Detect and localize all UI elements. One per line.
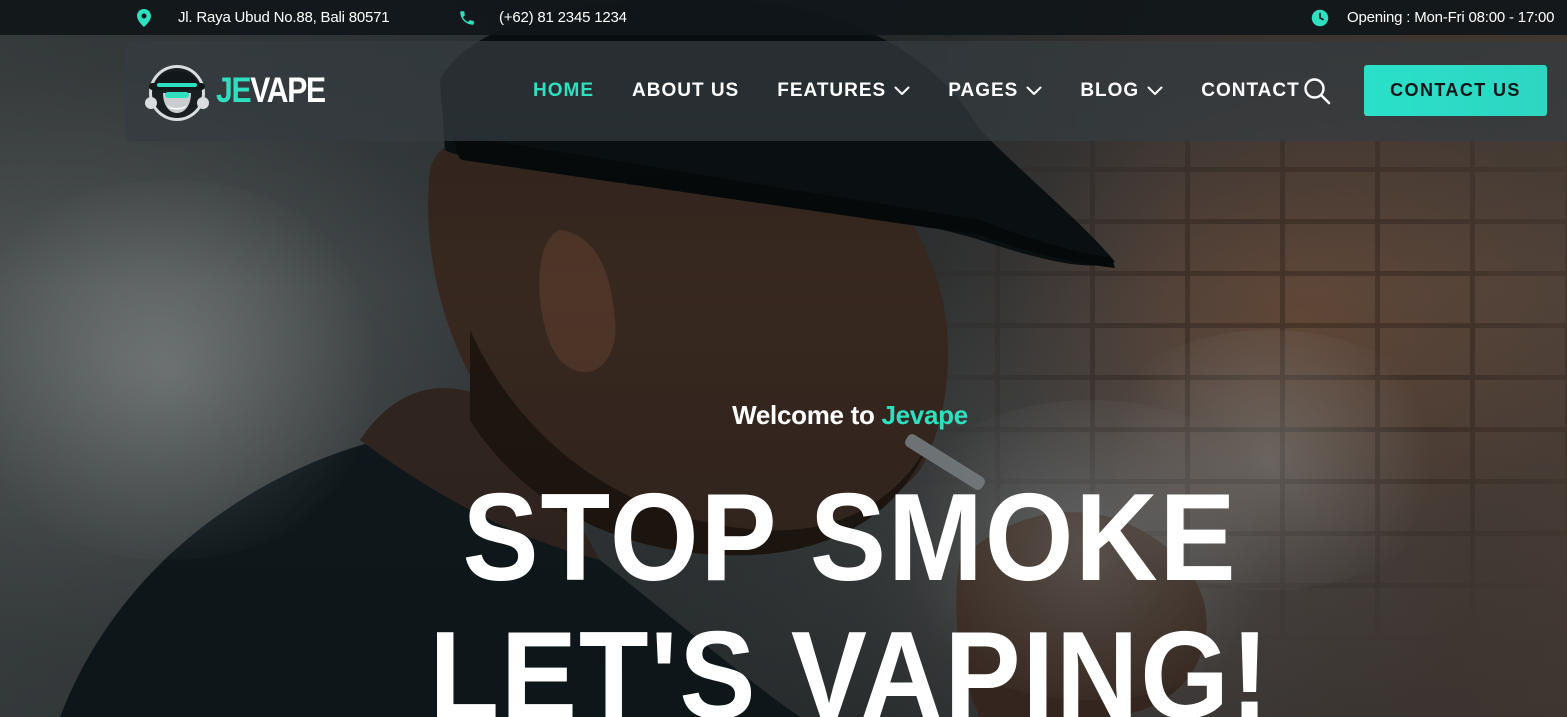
phone-text: (+62) 81 2345 1234	[499, 9, 627, 26]
nav-item-label: BLOG	[1080, 80, 1140, 101]
page: Jl. Raya Ubud No.88, Bali 80571 (+62) 81…	[0, 0, 1567, 717]
hero-headline-line1: STOP SMOKE	[462, 469, 1238, 607]
phone-info: (+62) 81 2345 1234	[458, 0, 627, 35]
nav-item-contact[interactable]: CONTACT	[1201, 80, 1299, 102]
hero-welcome: Welcome to Jevape	[0, 400, 1567, 431]
nav-item-home[interactable]: HOME	[533, 80, 594, 102]
nav-item-label: HOME	[533, 80, 594, 101]
map-pin-icon	[135, 8, 153, 27]
welcome-brand: Jevape	[881, 400, 968, 430]
nav-item-features[interactable]: FEATURES	[777, 80, 910, 102]
chevron-down-icon	[894, 86, 910, 95]
nav-item-blog[interactable]: BLOG	[1080, 80, 1163, 102]
hero-headline-line2: LET'S VAPING!	[429, 607, 1271, 717]
nav-item-label: FEATURES	[777, 80, 887, 101]
nav-item-pages[interactable]: PAGES	[948, 80, 1042, 102]
nav-item-label: PAGES	[948, 80, 1019, 101]
welcome-prefix: Welcome to	[732, 400, 882, 430]
top-info-bar: Jl. Raya Ubud No.88, Bali 80571 (+62) 81…	[0, 0, 1567, 35]
search-button[interactable]	[1303, 77, 1331, 105]
logo-prefix: JE	[216, 71, 252, 110]
address-info: Jl. Raya Ubud No.88, Bali 80571	[135, 0, 390, 35]
logo-wordmark: JEVAPE	[216, 71, 326, 111]
contact-us-button[interactable]: CONTACT US	[1364, 65, 1547, 116]
logo-mascot-icon	[145, 65, 209, 121]
search-icon	[1304, 78, 1331, 105]
opening-hours-info: Opening : Mon-Fri 08:00 - 17:00	[1311, 0, 1554, 35]
nav-menu: HOME ABOUT US FEATURES PAGES BLOG CONTAC…	[533, 41, 1338, 141]
main-navbar: JEVAPE HOME ABOUT US FEATURES PAGES BLOG	[125, 41, 1567, 141]
nav-item-about-us[interactable]: ABOUT US	[632, 80, 739, 102]
opening-hours-text: Opening : Mon-Fri 08:00 - 17:00	[1347, 9, 1555, 26]
nav-item-label: ABOUT US	[632, 80, 740, 101]
phone-icon	[458, 9, 476, 27]
chevron-down-icon	[1026, 86, 1042, 95]
address-text: Jl. Raya Ubud No.88, Bali 80571	[178, 9, 390, 26]
chevron-down-icon	[1147, 86, 1163, 95]
logo-suffix: VAPE	[250, 71, 326, 110]
nav-item-label: CONTACT	[1201, 80, 1300, 101]
clock-icon	[1311, 9, 1329, 27]
site-logo[interactable]: JEVAPE	[143, 59, 343, 123]
